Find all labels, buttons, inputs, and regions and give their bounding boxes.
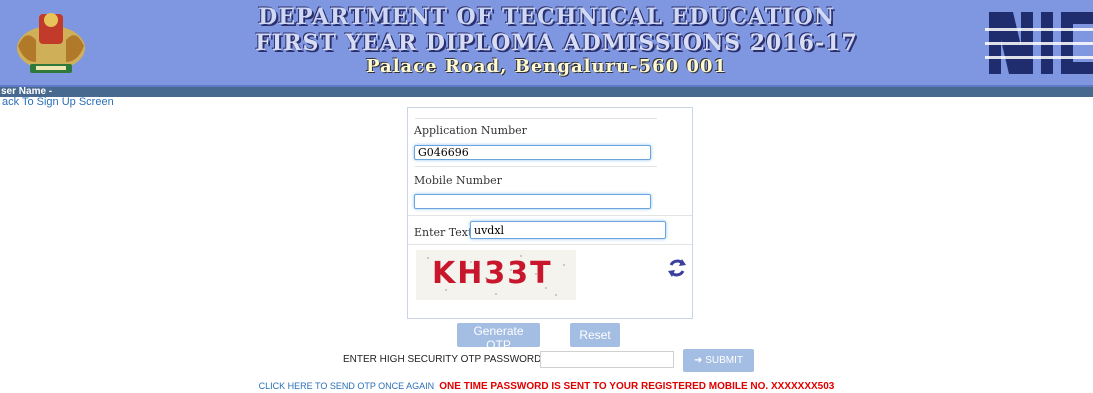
nic-logo	[985, 6, 1093, 80]
otp-footer: CLICK HERE TO SEND OTP ONCE AGAIN ONE TI…	[0, 374, 1093, 393]
sign-in-icon: ➜	[694, 355, 703, 366]
submit-button[interactable]: ➜ SUBMIT	[683, 349, 754, 372]
application-number-input[interactable]	[414, 145, 651, 160]
reset-button[interactable]: Reset	[570, 323, 620, 347]
captcha-text-label: Enter Text	[414, 226, 473, 239]
otp-password-label: ENTER HIGH SECURITY OTP PASSWORD :	[343, 354, 547, 365]
divider	[408, 244, 692, 245]
application-number-label: Application Number	[414, 124, 527, 137]
captcha-text-input[interactable]	[470, 221, 666, 239]
otp-password-input[interactable]	[540, 351, 674, 368]
submit-label: SUBMIT	[705, 355, 743, 366]
otp-form-panel: Application Number Mobile Number Enter T…	[407, 107, 693, 319]
user-bar	[0, 87, 1093, 97]
generate-otp-button[interactable]: Generate OTP	[457, 323, 540, 352]
header-banner: DEPARTMENT OF TECHNICAL EDUCATION FIRST …	[0, 0, 1093, 87]
divider	[415, 166, 657, 167]
refresh-captcha-icon[interactable]	[667, 258, 687, 278]
otp-sent-notice: ONE TIME PASSWORD IS SENT TO YOUR REGIST…	[439, 381, 835, 392]
mobile-number-input[interactable]	[414, 194, 651, 209]
banner-address: Palace Road, Bengaluru-560 001	[365, 56, 728, 77]
divider	[408, 215, 692, 216]
banner-title-admissions: FIRST YEAR DIPLOMA ADMISSIONS 2016-17	[255, 30, 858, 56]
captcha-image: KH33T	[416, 250, 576, 300]
captcha-code: KH33T	[432, 256, 553, 291]
mobile-number-label: Mobile Number	[414, 174, 502, 187]
banner-title-department: DEPARTMENT OF TECHNICAL EDUCATION	[258, 4, 835, 30]
resend-otp-link[interactable]: CLICK HERE TO SEND OTP ONCE AGAIN	[259, 381, 435, 391]
divider	[415, 118, 657, 119]
back-to-signup-link[interactable]: ack To Sign Up Screen	[2, 96, 114, 108]
